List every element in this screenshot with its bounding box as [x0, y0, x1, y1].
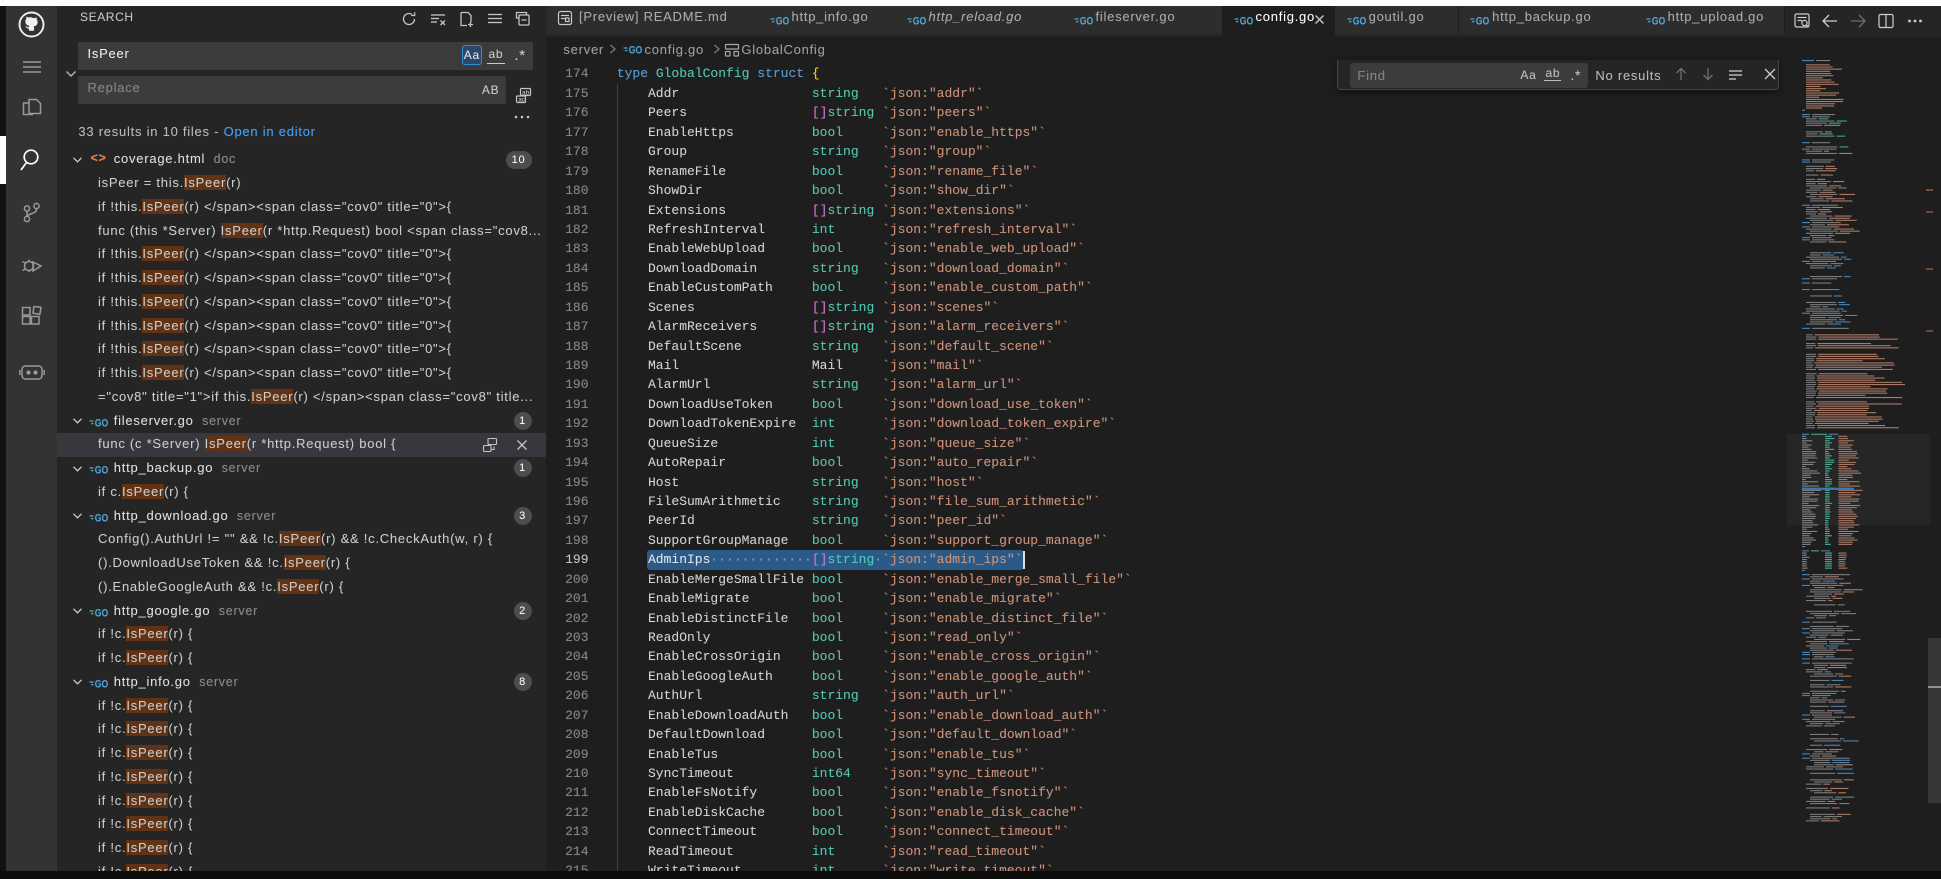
svg-text:GO: GO [94, 417, 108, 428]
svg-text:GO: GO [94, 607, 108, 618]
svg-text:GO: GO [1079, 15, 1093, 26]
svg-text:GO: GO [628, 45, 642, 56]
svg-text:GO: GO [1651, 15, 1665, 26]
svg-text:GO: GO [775, 15, 789, 26]
svg-text:GO: GO [94, 512, 108, 523]
svg-text:GO: GO [912, 15, 926, 26]
svg-text:ab: ab [522, 89, 530, 96]
svg-text:GO: GO [1476, 15, 1490, 26]
svg-text:GO: GO [1352, 15, 1366, 26]
svg-text:GO: GO [94, 678, 108, 689]
svg-text:ac: ac [518, 96, 526, 103]
svg-text:GO: GO [1239, 15, 1253, 26]
svg-text:GO: GO [94, 465, 108, 476]
